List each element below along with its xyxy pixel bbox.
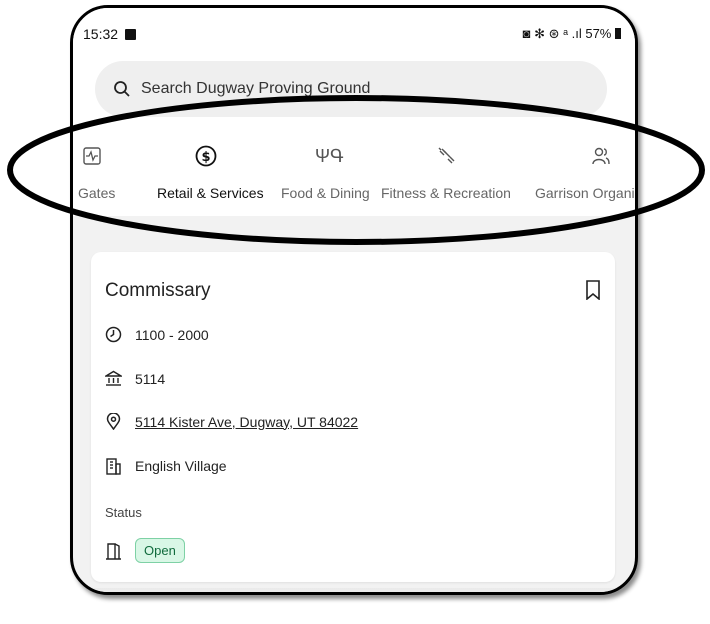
battery-icon: [615, 28, 621, 39]
status-bar: 15:32 ◙ ✻ ⊛ ᵃ .ıl 57%: [73, 8, 635, 56]
area-text: English Village: [135, 458, 227, 474]
tab-label: Retail & Services: [157, 185, 264, 201]
phone-frame: 15:32 ◙ ✻ ⊛ ᵃ .ıl 57% Search Dugway Prov…: [70, 5, 638, 595]
tab-label: Garrison Organiza: [535, 185, 638, 201]
pulse-icon: [83, 140, 101, 172]
status-time: 15:32: [83, 26, 136, 42]
address-link[interactable]: 5114 Kister Ave, Dugway, UT 84022: [135, 414, 358, 430]
status-indicators: ◙ ✻ ⊛ ᵃ .ıl 57%: [523, 26, 621, 42]
building-row: 5114: [105, 370, 165, 387]
status-row: Open: [105, 538, 185, 563]
dollar-icon: $: [195, 140, 217, 172]
door-open-icon: [105, 542, 125, 560]
location-card[interactable]: Commissary 1100 - 2000 5114 5114 Kister …: [91, 252, 615, 582]
fork-knife-icon: ΨԳ: [315, 145, 344, 166]
header-area: Search Dugway Proving Ground Gates $ Ret…: [73, 56, 635, 303]
card-title: Commissary: [105, 280, 211, 301]
tab-label: Gates: [78, 185, 116, 201]
search-input[interactable]: Search Dugway Proving Ground: [95, 61, 607, 117]
battery-percent: 57%: [585, 26, 612, 41]
people-icon: [591, 140, 611, 172]
location-pin-icon: [105, 413, 125, 430]
tab-garrison-organizations[interactable]: Garrison Organiza: [535, 140, 638, 220]
tab-fitness-recreation[interactable]: Fitness & Recreation: [381, 140, 517, 220]
dumbbell-icon: [437, 140, 457, 172]
bookmark-icon[interactable]: [585, 280, 601, 305]
tab-gates[interactable]: Gates: [78, 140, 118, 220]
category-tabs: Gates $ Retail & Services ΨԳ Food & Dini…: [73, 140, 638, 303]
building-icon: [105, 370, 125, 387]
address-row[interactable]: 5114 Kister Ave, Dugway, UT 84022: [105, 413, 358, 430]
search-placeholder: Search Dugway Proving Ground: [141, 80, 371, 97]
status-icons: ◙ ✻ ⊛ ᵃ .ıl: [522, 26, 582, 41]
hours-text: 1100 - 2000: [135, 326, 209, 343]
building-number: 5114: [135, 370, 166, 387]
area-row: English Village: [105, 457, 227, 475]
status-badge: Open: [135, 538, 185, 563]
status-label: Status: [105, 505, 142, 520]
screenshot-icon: [124, 29, 136, 40]
svg-text:$: $: [201, 150, 210, 165]
tab-food-dining[interactable]: ΨԳ Food & Dining: [281, 140, 371, 220]
search-icon: [114, 81, 130, 97]
tab-label: Food & Dining: [281, 185, 370, 201]
tab-label: Fitness & Recreation: [381, 185, 511, 201]
apartment-icon: [105, 457, 125, 475]
tab-retail-services[interactable]: $ Retail & Services: [157, 140, 282, 220]
hours-row: 1100 - 2000: [105, 326, 209, 343]
clock-icon: [105, 326, 125, 343]
bottom-edge: [73, 588, 635, 592]
